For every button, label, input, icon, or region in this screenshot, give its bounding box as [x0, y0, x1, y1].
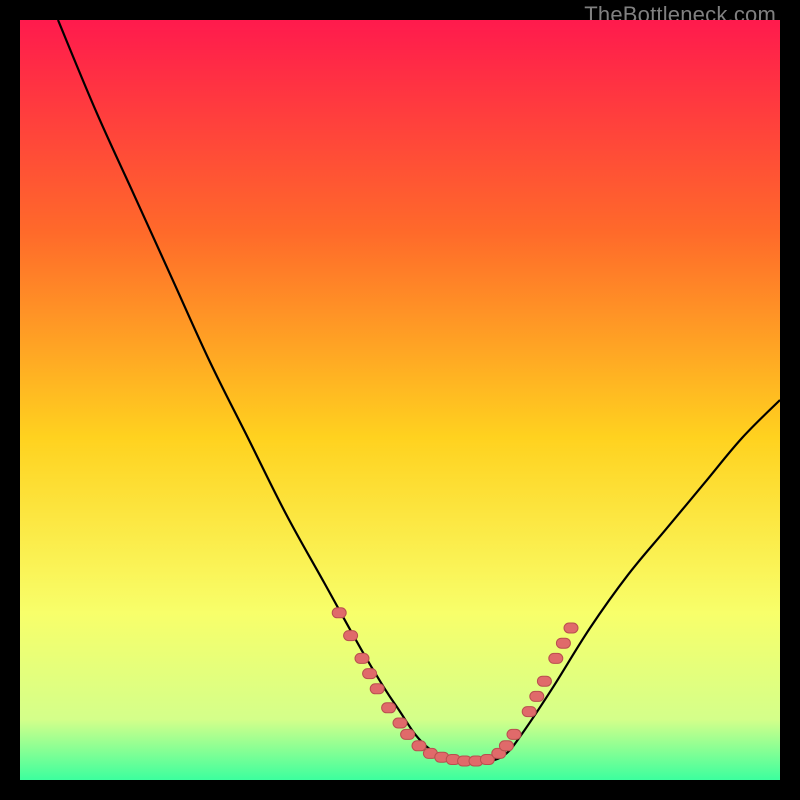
data-marker	[507, 729, 521, 739]
gradient-background	[20, 20, 780, 780]
data-marker	[556, 638, 570, 648]
data-marker	[332, 608, 346, 618]
data-marker	[522, 707, 536, 717]
data-marker	[370, 684, 384, 694]
data-marker	[344, 631, 358, 641]
data-marker	[355, 653, 369, 663]
data-marker	[499, 741, 513, 751]
data-marker	[363, 669, 377, 679]
data-marker	[530, 691, 544, 701]
data-marker	[382, 703, 396, 713]
data-marker	[537, 676, 551, 686]
data-marker	[564, 623, 578, 633]
data-marker	[393, 718, 407, 728]
data-marker	[412, 741, 426, 751]
bottleneck-chart	[20, 20, 780, 780]
chart-frame	[20, 20, 780, 780]
data-marker	[401, 729, 415, 739]
data-marker	[549, 653, 563, 663]
